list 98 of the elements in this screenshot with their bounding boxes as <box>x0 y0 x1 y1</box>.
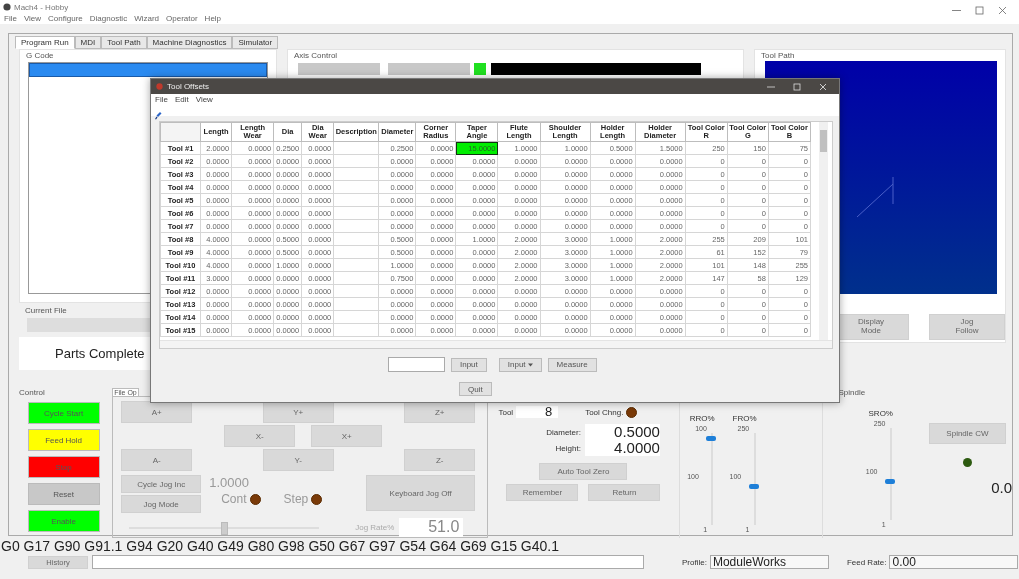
input-menu-button[interactable]: Input <box>498 357 542 372</box>
cont-label: Cont <box>221 492 247 506</box>
scrollbar[interactable] <box>160 340 832 348</box>
jog-increment: 1.0000 <box>209 475 250 492</box>
tool-number-field[interactable]: 8 <box>516 406 559 418</box>
control-button[interactable]: Feed Hold <box>27 429 100 451</box>
menu-item[interactable]: Wizard <box>134 14 160 23</box>
return-button[interactable]: Return <box>588 484 661 501</box>
profile-field: ModuleWorks <box>709 555 829 569</box>
table-cell[interactable] <box>333 154 379 168</box>
jog-button[interactable]: A- <box>121 449 193 471</box>
slider-thumb[interactable] <box>748 484 759 490</box>
menu-item[interactable]: Operator <box>166 14 198 23</box>
caret-icon <box>527 362 533 367</box>
control-button[interactable]: Enable <box>27 510 100 532</box>
scrollbar-thumb[interactable] <box>820 130 827 152</box>
menu-item[interactable]: View <box>195 94 213 104</box>
dialog-title: Tool Offsets <box>167 82 210 91</box>
close-icon[interactable] <box>998 5 1007 15</box>
window-title: Mach4 - Hobby <box>14 2 69 12</box>
tab[interactable]: MDI <box>74 36 102 49</box>
scrollbar[interactable] <box>819 122 828 340</box>
jog-button[interactable]: X- <box>224 425 296 447</box>
override-label: FRO% <box>732 414 757 423</box>
table-cell[interactable] <box>333 284 379 298</box>
table-cell[interactable] <box>333 310 379 324</box>
menu-item[interactable]: File <box>4 14 17 23</box>
step-label: Step <box>283 492 309 506</box>
jog-button[interactable]: X+ <box>311 425 383 447</box>
maximize-icon[interactable] <box>975 5 984 15</box>
slider-thumb[interactable] <box>706 435 717 441</box>
spindle-speed: 0.0 <box>991 479 1012 496</box>
tool-label: Tool <box>498 407 514 417</box>
menu-item[interactable]: Diagnostic <box>89 14 128 23</box>
app-icon <box>3 3 11 11</box>
panel-title: Control <box>19 388 45 397</box>
table-cell[interactable] <box>333 297 379 311</box>
jog-button[interactable]: Y+ <box>262 401 334 423</box>
panel-title: Tool Path <box>760 50 795 61</box>
table-cell[interactable] <box>333 271 379 285</box>
spindle-cw-button[interactable]: Spindle CW <box>929 423 1006 444</box>
feed-rate-label: Feed Rate: <box>846 557 887 567</box>
auto-tool-zero-button[interactable]: Auto Tool Zero <box>539 463 628 480</box>
slider-thumb[interactable] <box>884 479 895 485</box>
control-button[interactable]: Reset <box>27 483 100 505</box>
jog-button[interactable]: A+ <box>121 401 193 423</box>
override-label: RRO% <box>689 414 715 423</box>
slider-thumb[interactable] <box>221 521 229 535</box>
quit-button[interactable]: Quit <box>459 382 492 396</box>
profile-label: Profile: <box>682 557 707 567</box>
tab[interactable]: Machine Diagnostics <box>146 36 233 49</box>
app-icon <box>156 83 163 90</box>
menu-item[interactable]: File <box>155 94 168 104</box>
control-button[interactable]: Cycle Start <box>27 402 100 424</box>
current-file-label: Current File <box>25 306 67 316</box>
input-field[interactable] <box>388 357 445 372</box>
height-field[interactable]: 4.0000 <box>584 440 660 456</box>
feed-rate-field: 0.00 <box>889 555 1019 569</box>
menu-item[interactable]: Edit <box>174 94 189 104</box>
view-button[interactable]: Jog Follow <box>929 314 1005 340</box>
tool-change-label: Tool Chng. <box>585 407 624 417</box>
measure-button[interactable]: Measure <box>547 357 597 372</box>
table-cell[interactable] <box>333 167 379 181</box>
tab[interactable]: Program Run <box>15 36 75 49</box>
jog-rate-field[interactable]: 51.0 <box>399 518 464 537</box>
jog-button[interactable]: Z- <box>404 449 476 471</box>
table-cell[interactable] <box>333 219 379 233</box>
diameter-label: Diameter: <box>545 427 581 437</box>
tab[interactable]: Tool Path <box>101 36 147 49</box>
table-cell[interactable] <box>333 258 379 272</box>
menu-item[interactable]: Help <box>204 14 222 23</box>
tab[interactable]: Simulator <box>232 36 279 49</box>
height-label: Height: <box>554 443 581 453</box>
table-cell[interactable] <box>333 193 379 207</box>
table-cell[interactable] <box>333 323 379 337</box>
table-cell[interactable] <box>333 180 379 194</box>
toolpath-drawing <box>855 174 895 219</box>
brush-icon[interactable] <box>155 112 162 120</box>
table-cell[interactable] <box>333 206 379 220</box>
cycle-jog-increment-button[interactable]: Cycle Jog Inc <box>121 475 202 493</box>
table-cell[interactable] <box>333 232 379 246</box>
menu-item[interactable]: View <box>23 14 42 23</box>
jog-button[interactable]: Z+ <box>404 401 476 423</box>
menu-item[interactable]: Configure <box>48 14 83 23</box>
input-button[interactable]: Input <box>451 357 487 372</box>
table-cell[interactable] <box>333 141 379 155</box>
panel-title: Axis Control <box>293 50 338 61</box>
override-label: SRO% <box>868 409 893 418</box>
axis-indicator <box>474 63 486 75</box>
gcode-modal-line: G0 G17 G90 G91.1 G94 G20 G40 G49 G80 G98 G50 G67 G97 G54 G64 G69 G15 G40.1 <box>0 537 560 555</box>
keyboard-jog-button[interactable]: Keyboard Jog Off <box>366 475 476 511</box>
parts-complete-label: Parts Complete <box>55 346 145 361</box>
jog-button[interactable]: Y- <box>262 449 334 471</box>
table-cell[interactable] <box>333 245 379 259</box>
jog-mode-button[interactable]: Jog Mode <box>121 495 202 513</box>
remember-button[interactable]: Remember <box>506 484 579 501</box>
diameter-field[interactable]: 0.5000 <box>584 424 660 440</box>
panel-title: G Code <box>25 50 54 61</box>
